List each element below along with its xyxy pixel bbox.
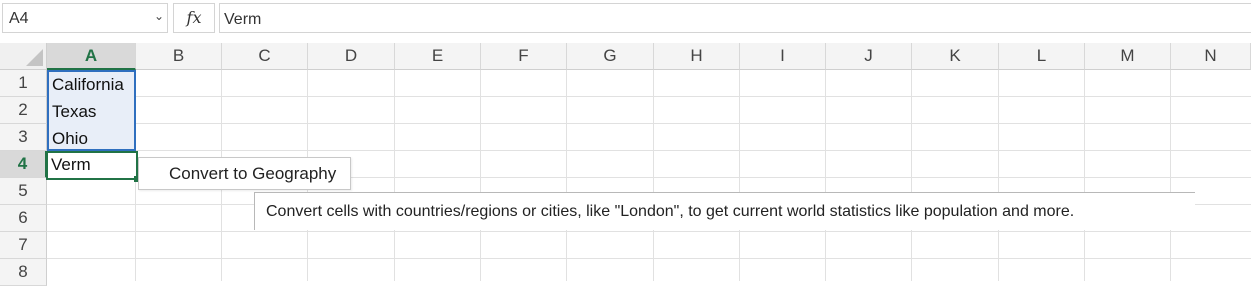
column-header-l[interactable]: L: [999, 43, 1085, 70]
column-header-a[interactable]: A: [47, 43, 136, 70]
gridline: [47, 123, 1251, 124]
row-header-2[interactable]: 2: [0, 97, 47, 124]
gridline: [998, 70, 999, 281]
gridline: [47, 150, 1251, 151]
gridline: [480, 70, 481, 281]
name-box[interactable]: A4 ⌄: [2, 3, 168, 33]
cell-a2[interactable]: Texas: [52, 102, 96, 122]
tooltip: Convert cells with countries/regions or …: [254, 192, 1195, 230]
column-header-c[interactable]: C: [222, 43, 308, 70]
cell-a1[interactable]: California: [52, 75, 124, 95]
gridline: [911, 70, 912, 281]
column-header-d[interactable]: D: [308, 43, 395, 70]
column-header-h[interactable]: H: [654, 43, 740, 70]
gridline: [739, 70, 740, 281]
column-header-m[interactable]: M: [1085, 43, 1171, 70]
cell-a3[interactable]: Ohio: [52, 129, 88, 149]
active-cell-a4[interactable]: Verm: [46, 151, 140, 182]
gridline: [653, 70, 654, 281]
chevron-down-icon[interactable]: ⌄: [154, 9, 164, 23]
row-header-3[interactable]: 3: [0, 124, 47, 151]
convert-to-geography-label: Convert to Geography: [169, 164, 337, 183]
column-header-i[interactable]: I: [740, 43, 826, 70]
column-header-f[interactable]: F: [481, 43, 567, 70]
cell-a4[interactable]: Verm: [51, 155, 91, 175]
column-header-n[interactable]: N: [1171, 43, 1251, 70]
column-header-e[interactable]: E: [395, 43, 481, 70]
column-header-g[interactable]: G: [567, 43, 654, 70]
name-box-value: A4: [9, 10, 29, 27]
gridline: [1170, 70, 1171, 281]
gridline: [394, 70, 395, 281]
gridline: [566, 70, 567, 281]
gridline: [1084, 70, 1085, 281]
select-all-button[interactable]: [0, 43, 47, 70]
gridline: [47, 96, 1251, 97]
column-header-k[interactable]: K: [912, 43, 999, 70]
row-header-5[interactable]: 5: [0, 178, 47, 205]
row-header-8[interactable]: 8: [0, 259, 47, 286]
row-header-6[interactable]: 6: [0, 205, 47, 232]
row-header-7[interactable]: 7: [0, 232, 47, 259]
select-all-triangle-icon: [26, 49, 43, 66]
gridline: [825, 70, 826, 281]
fx-icon: fx: [186, 8, 202, 27]
formula-input[interactable]: Verm: [219, 3, 1251, 33]
row-header-4[interactable]: 4: [0, 151, 47, 178]
formula-value: Verm: [224, 11, 262, 28]
column-header-b[interactable]: B: [136, 43, 222, 70]
gridline: [47, 258, 1251, 259]
gridline: [47, 231, 1251, 232]
row-header-1[interactable]: 1: [0, 70, 47, 97]
tooltip-text: Convert cells with countries/regions or …: [266, 203, 1075, 220]
convert-to-geography-option[interactable]: Convert to Geography: [138, 157, 351, 190]
column-header-j[interactable]: J: [826, 43, 912, 70]
insert-function-button[interactable]: fx: [173, 3, 215, 33]
